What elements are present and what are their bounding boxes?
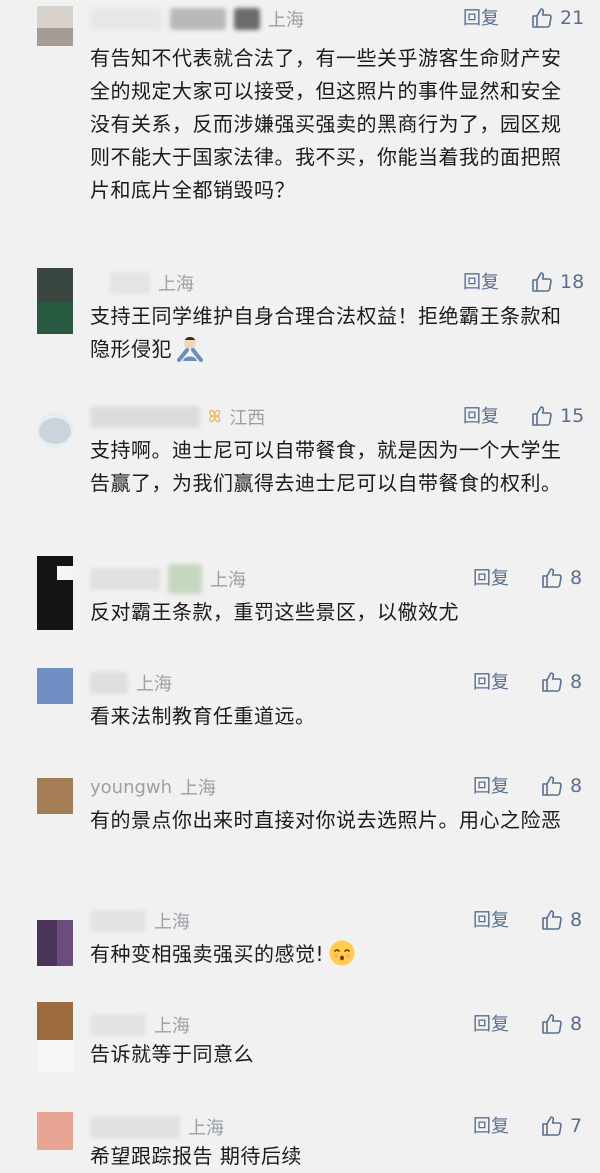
avatar[interactable]	[37, 268, 73, 334]
reply-button[interactable]: 回复	[463, 6, 499, 32]
username-blurred	[90, 1116, 180, 1138]
comment-text: 有告知不代表就合法了，有一些关乎游客生命财产安全的规定大家可以接受，但这照片的事…	[90, 46, 562, 202]
like-count: 18	[560, 271, 585, 293]
comment-meta: youngwh 上海	[90, 774, 216, 800]
reply-button[interactable]: 回复	[473, 908, 509, 934]
username-blurred	[90, 8, 162, 30]
location-label: 上海	[188, 1118, 224, 1139]
comment-text-content: 有种变相强卖强买的感觉!	[90, 942, 325, 966]
location-label: 上海	[136, 674, 172, 695]
avatar[interactable]	[37, 668, 73, 704]
thumbs-up-icon	[532, 406, 552, 426]
like-button[interactable]: 8	[540, 772, 582, 800]
like-count: 8	[570, 567, 583, 589]
like-count: 8	[570, 909, 583, 931]
comment-text: 反对霸王条款，重罚这些景区，以儆效尤	[90, 600, 459, 624]
username-blurred	[168, 564, 202, 594]
comment-meta: 上海	[90, 6, 304, 32]
thumbs-up-icon	[542, 1014, 562, 1034]
comment-text: 有的景点你出来时直接对你说去选照片。用心之险恶	[90, 808, 562, 832]
comment-meta: 上海	[90, 1114, 224, 1140]
thumbs-up-icon	[542, 910, 562, 930]
reply-button[interactable]: 回复	[473, 1012, 509, 1038]
thumbs-up-icon	[542, 672, 562, 692]
location-label: 上海	[158, 274, 194, 295]
username-blurred	[90, 672, 128, 694]
like-button[interactable]: 18	[530, 268, 584, 296]
like-count: 8	[570, 1013, 583, 1035]
kissing-face-emoji-icon	[329, 940, 355, 966]
thumbs-up-icon	[542, 568, 562, 588]
avatar[interactable]	[37, 1002, 73, 1072]
comment-meta: 上海	[90, 564, 246, 594]
comment-meta: 上海	[110, 270, 194, 296]
avatar[interactable]	[37, 920, 73, 966]
thumbs-up-icon	[542, 776, 562, 796]
like-button[interactable]: 21	[530, 4, 584, 32]
location-label: 上海	[210, 570, 246, 591]
thumbs-up-icon	[532, 272, 552, 292]
comment-text: 支持啊。迪士尼可以自带餐食，就是因为一个大学生告赢了，为我们赢得去迪士尼可以自带…	[90, 438, 562, 495]
like-button[interactable]: 8	[540, 906, 582, 934]
location-label: 上海	[268, 10, 304, 31]
username-blurred	[90, 910, 146, 932]
reply-button[interactable]: 回复	[473, 566, 509, 592]
comment-meta: ꕤ 江西	[90, 404, 265, 430]
username-blurred	[90, 406, 200, 428]
reply-button[interactable]: 回复	[473, 1114, 509, 1140]
username-label[interactable]: youngwh	[90, 777, 172, 798]
location-label: 江西	[229, 408, 266, 429]
like-button[interactable]: 8	[540, 1010, 582, 1038]
reply-button[interactable]: 回复	[473, 670, 509, 696]
like-button[interactable]: 8	[540, 564, 582, 592]
comment-text-content: 支持王同学维护自身合理合法权益！拒绝霸王条款和隐形侵犯	[90, 304, 562, 361]
reply-button[interactable]: 回复	[463, 270, 499, 296]
like-button[interactable]: 7	[540, 1112, 582, 1140]
comment-text: 告诉就等于同意么	[90, 1042, 254, 1066]
like-button[interactable]: 15	[530, 402, 584, 430]
username-blurred	[90, 568, 160, 590]
reply-button[interactable]: 回复	[463, 404, 499, 430]
location-label: 上海	[154, 912, 190, 933]
avatar[interactable]	[37, 1112, 73, 1150]
comment-text: 希望跟踪报告 期待后续	[90, 1144, 302, 1168]
username-blurred	[90, 1014, 146, 1036]
comment-text: 有种变相强卖强买的感觉!	[90, 938, 570, 971]
like-button[interactable]: 8	[540, 668, 582, 696]
like-count: 15	[560, 405, 585, 427]
username-blurred	[170, 8, 226, 30]
like-count: 8	[570, 775, 583, 797]
thumbs-up-icon	[532, 8, 552, 28]
like-count: 7	[570, 1115, 583, 1137]
avatar[interactable]	[37, 6, 73, 46]
comment-meta: 上海	[90, 1012, 190, 1038]
comment-text: 支持王同学维护自身合理合法权益！拒绝霸王条款和隐形侵犯	[90, 300, 570, 366]
avatar[interactable]	[37, 556, 73, 630]
avatar[interactable]	[37, 778, 73, 814]
vip-badge-icon: ꕤ	[208, 407, 222, 426]
comment-text: 看来法制教育任重道远。	[90, 704, 316, 728]
location-label: 上海	[180, 778, 217, 799]
comment-meta: 上海	[90, 908, 190, 934]
reply-button[interactable]: 回复	[473, 774, 509, 800]
username-blurred	[234, 8, 260, 30]
person-gesturing-no-emoji-icon	[177, 337, 203, 362]
thumbs-up-icon	[542, 1116, 562, 1136]
comment-meta: 上海	[90, 670, 172, 696]
username-blurred	[110, 272, 150, 294]
like-count: 21	[560, 7, 585, 29]
avatar[interactable]	[37, 412, 73, 448]
location-label: 上海	[154, 1016, 190, 1037]
like-count: 8	[570, 671, 583, 693]
